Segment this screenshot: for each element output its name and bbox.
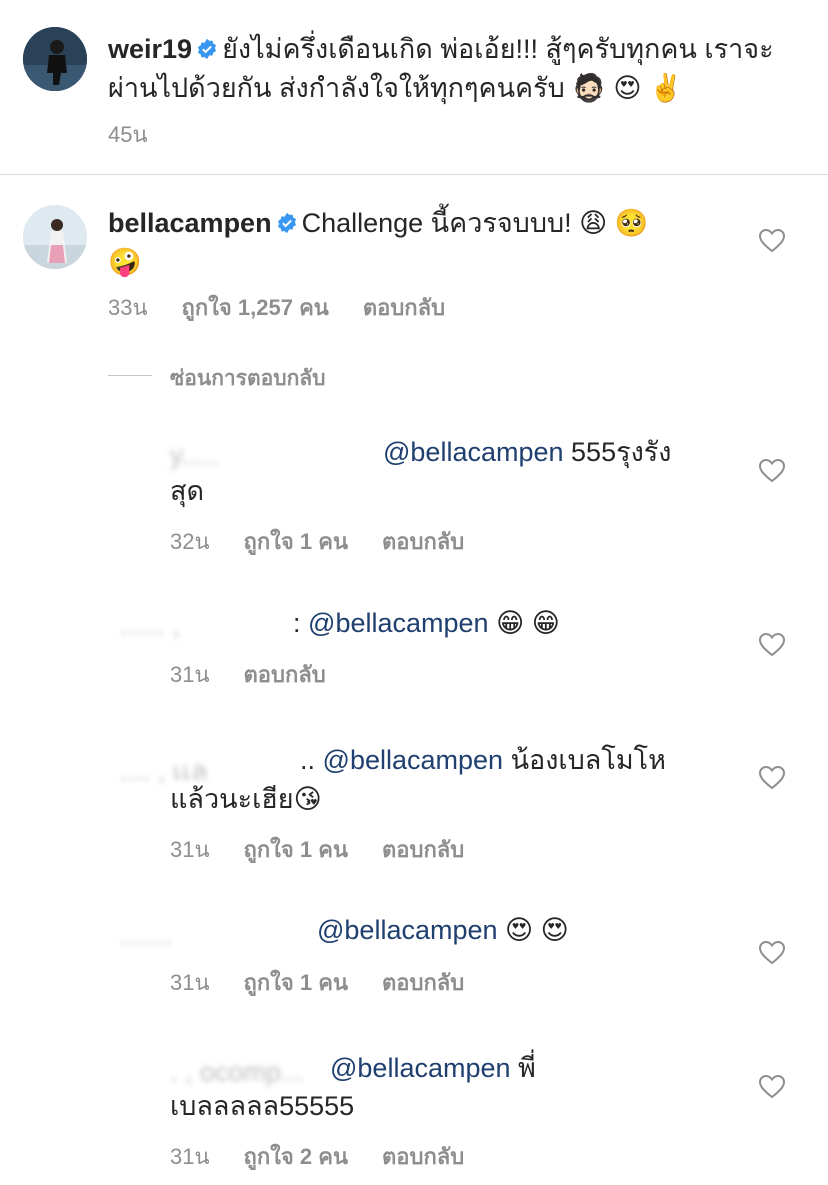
reply-meta: 31น ตอบกลับ (170, 657, 360, 692)
like-heart-icon[interactable] (759, 633, 785, 657)
reply-text: .. @bellacampen น้องเบลโมโห (300, 741, 720, 780)
like-heart-icon[interactable] (759, 766, 785, 790)
reply-button[interactable]: ตอบกลับ (382, 837, 464, 862)
reply-meta: 31น ถูกใจ 1 คน ตอบกลับ (170, 965, 498, 1000)
reply-likes[interactable]: ถูกใจ 1 คน (244, 970, 349, 995)
comment-emojis: 😩 🥺 (579, 208, 649, 238)
reply-username-blurred: y..... (170, 440, 220, 470)
hide-replies-button[interactable]: ซ่อนการตอบกลับ (170, 362, 326, 395)
reply-likes[interactable]: ถูกใจ 1 คน (244, 837, 349, 862)
like-heart-icon[interactable] (759, 1075, 785, 1099)
reply-body-line2: แล้วนะเฮีย (170, 784, 294, 814)
reply-text: @bellacampen 😍 😍 (317, 911, 737, 950)
reply-time: 31น (170, 1144, 210, 1169)
reply-emoji: 😘 (293, 784, 322, 814)
comment-likes[interactable]: ถูกใจ 1,257 คน (182, 295, 329, 320)
reply-separator: .. (300, 745, 316, 775)
post-author-username[interactable]: weir19 (108, 34, 192, 64)
post-meta: 45น (108, 117, 182, 152)
like-heart-icon[interactable] (759, 459, 785, 483)
reply-button[interactable]: ตอบกลับ (382, 970, 464, 995)
reply-time: 31น (170, 662, 210, 687)
reply-button[interactable]: ตอบกลับ (382, 1144, 464, 1169)
comment-emoji-line2: 🤪 (108, 247, 142, 277)
comment-text: bellacampen Challenge นี้ควรจบบบ! 😩 🥺 🤪 (108, 204, 728, 282)
reply-text: @bellacampen 555รุงรัง (383, 433, 743, 472)
reply-body-line2-wrap: แล้วนะเฮีย😘 (170, 780, 322, 819)
caption-divider (0, 174, 828, 175)
reply-username-blurred: ...... , (120, 611, 181, 641)
commenter-avatar[interactable] (23, 205, 87, 269)
reply-body-line1: พี่ (518, 1053, 536, 1083)
reply-separator: : (293, 608, 301, 638)
reply-text: : @bellacampen 😁 😁 (293, 604, 713, 643)
hide-replies-line (108, 375, 152, 376)
comment-reply-button[interactable]: ตอบกลับ (363, 295, 445, 320)
reply-username-blurred: ....... (120, 920, 173, 950)
reply-button[interactable]: ตอบกลับ (382, 529, 464, 554)
reply-meta: 32น ถูกใจ 1 คน ตอบกลับ (170, 524, 498, 559)
reply-time: 31น (170, 837, 210, 862)
post-caption-line1: ยังไม่ครึ่งเดือนเกิด พ่อเอ้ย!!! สู้ๆครับ… (222, 34, 774, 64)
post-author-avatar[interactable] (23, 27, 87, 91)
reply-mention[interactable]: @bellacampen (317, 915, 498, 945)
reply-username-blurred: . , ­ocomp... (170, 1057, 304, 1087)
reply-time: 31น (170, 970, 210, 995)
post-caption-emojis: 🧔🏻 😍 ✌️ (572, 73, 683, 103)
reply-text: @bellacampen พี่ (330, 1049, 730, 1088)
like-heart-icon[interactable] (759, 941, 785, 965)
reply-mention[interactable]: @bellacampen (330, 1053, 511, 1083)
reply-body-line1: 555รุงรัง (571, 437, 672, 467)
reply-meta: 31น ถูกใจ 1 คน ตอบกลับ (170, 832, 498, 867)
reply-likes[interactable]: ถูกใจ 2 คน (244, 1144, 349, 1169)
verified-badge-icon (277, 212, 296, 234)
commenter-username[interactable]: bellacampen (108, 208, 272, 238)
reply-time: 32น (170, 529, 210, 554)
reply-mention[interactable]: @bellacampen (323, 745, 504, 775)
reply-mention[interactable]: @bellacampen (383, 437, 564, 467)
reply-emojis: 😍 😍 (505, 915, 569, 945)
post-time: 45น (108, 122, 148, 147)
reply-mention[interactable]: @bellacampen (308, 608, 489, 638)
reply-meta: 31น ถูกใจ 2 คน ตอบกลับ (170, 1139, 498, 1174)
reply-body-line2: สุด (170, 476, 205, 506)
comment-meta: 33น ถูกใจ 1,257 คน ตอบกลับ (108, 290, 479, 325)
reply-likes[interactable]: ถูกใจ 1 คน (244, 529, 349, 554)
verified-badge-icon (197, 38, 217, 60)
comment-body: Challenge นี้ควรจบบบ! (301, 208, 572, 238)
reply-button[interactable]: ตอบกลับ (244, 662, 326, 687)
reply-emojis: 😁 😁 (496, 608, 560, 638)
post-caption-line2: ผ่านไปด้วยกัน ส่งกำลังใจให้ทุกๆคนครับ (108, 73, 565, 103)
post-caption: weir19 ยังไม่ครึ่งเดือนเกิด พ่อเอ้ย!!! สู… (108, 30, 808, 108)
like-heart-icon[interactable] (759, 229, 785, 253)
comment-time: 33น (108, 295, 148, 320)
reply-body-line1: น้องเบลโมโห (510, 745, 666, 775)
reply-body-line2: เบลลลลล55555 (170, 1091, 355, 1121)
